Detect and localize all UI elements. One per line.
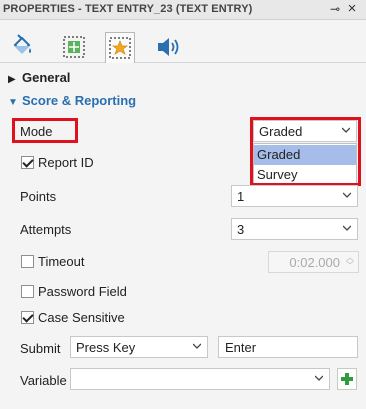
tab-audio[interactable] — [155, 34, 181, 60]
report-id-checkbox[interactable] — [21, 156, 34, 169]
submit-label: Submit — [20, 341, 61, 356]
section-score-reporting[interactable]: ▼ Score & Reporting — [8, 93, 136, 108]
resize-icon — [63, 36, 85, 58]
pin-icon[interactable]: ⊸ — [328, 2, 342, 16]
report-id-label: Report ID — [38, 155, 94, 170]
chevron-down-icon — [193, 343, 201, 349]
submit-key-value: Enter — [225, 340, 257, 355]
section-general[interactable]: ▶ General — [8, 70, 70, 85]
case-sensitive-label: Case Sensitive — [38, 310, 125, 325]
case-sensitive-checkbox[interactable] — [21, 311, 34, 324]
section-score-label: Score & Reporting — [22, 93, 137, 108]
paint-bucket-icon — [13, 34, 31, 54]
submit-trigger-value: Press Key — [76, 340, 136, 355]
panel-title: PROPERTIES - TEXT ENTRY_23 (TEXT ENTRY) — [3, 3, 253, 15]
submit-trigger-select[interactable]: Press Key — [70, 336, 208, 358]
panel-titlebar: PROPERTIES - TEXT ENTRY_23 (TEXT ENTRY) … — [0, 0, 366, 20]
tab-fill-style[interactable] — [9, 34, 35, 60]
variable-label: Variable — [20, 373, 67, 388]
points-value: 1 — [237, 189, 245, 204]
expanded-arrow-icon: ▼ — [8, 97, 18, 108]
stepper-arrows-icon[interactable]: ︿ ﹀ — [345, 254, 355, 270]
password-field-label: Password Field — [38, 284, 127, 299]
password-field-checkbox[interactable] — [21, 285, 34, 298]
collapsed-arrow-icon: ▶ — [8, 74, 16, 85]
speaker-icon — [158, 38, 179, 56]
mode-dropdown-highlight — [250, 117, 361, 186]
chevron-down-icon — [343, 225, 351, 231]
variable-select[interactable] — [70, 368, 330, 390]
add-variable-button[interactable] — [337, 368, 357, 390]
tab-interaction[interactable] — [105, 32, 135, 63]
points-select[interactable]: 1 — [231, 185, 358, 207]
timeout-label: Timeout — [38, 254, 85, 269]
close-icon[interactable]: × — [345, 1, 359, 17]
attempts-label: Attempts — [20, 222, 72, 237]
mode-label: Mode — [20, 124, 53, 139]
points-label: Points — [20, 189, 57, 204]
attempts-value: 3 — [237, 222, 245, 237]
timeout-stepper[interactable]: 0:02.000 ︿ ﹀ — [268, 251, 359, 273]
chevron-down-icon — [343, 192, 351, 198]
section-general-label: General — [22, 70, 71, 85]
timeout-value: 0:02.000 — [289, 255, 340, 270]
timeout-checkbox[interactable] — [21, 255, 34, 268]
property-tabs — [0, 21, 366, 63]
attempts-select[interactable]: 3 — [231, 218, 358, 240]
tab-size-position[interactable] — [61, 34, 87, 60]
chevron-down-icon — [315, 375, 323, 381]
submit-key-input[interactable]: Enter — [218, 336, 358, 358]
star-interaction-icon — [109, 37, 131, 59]
